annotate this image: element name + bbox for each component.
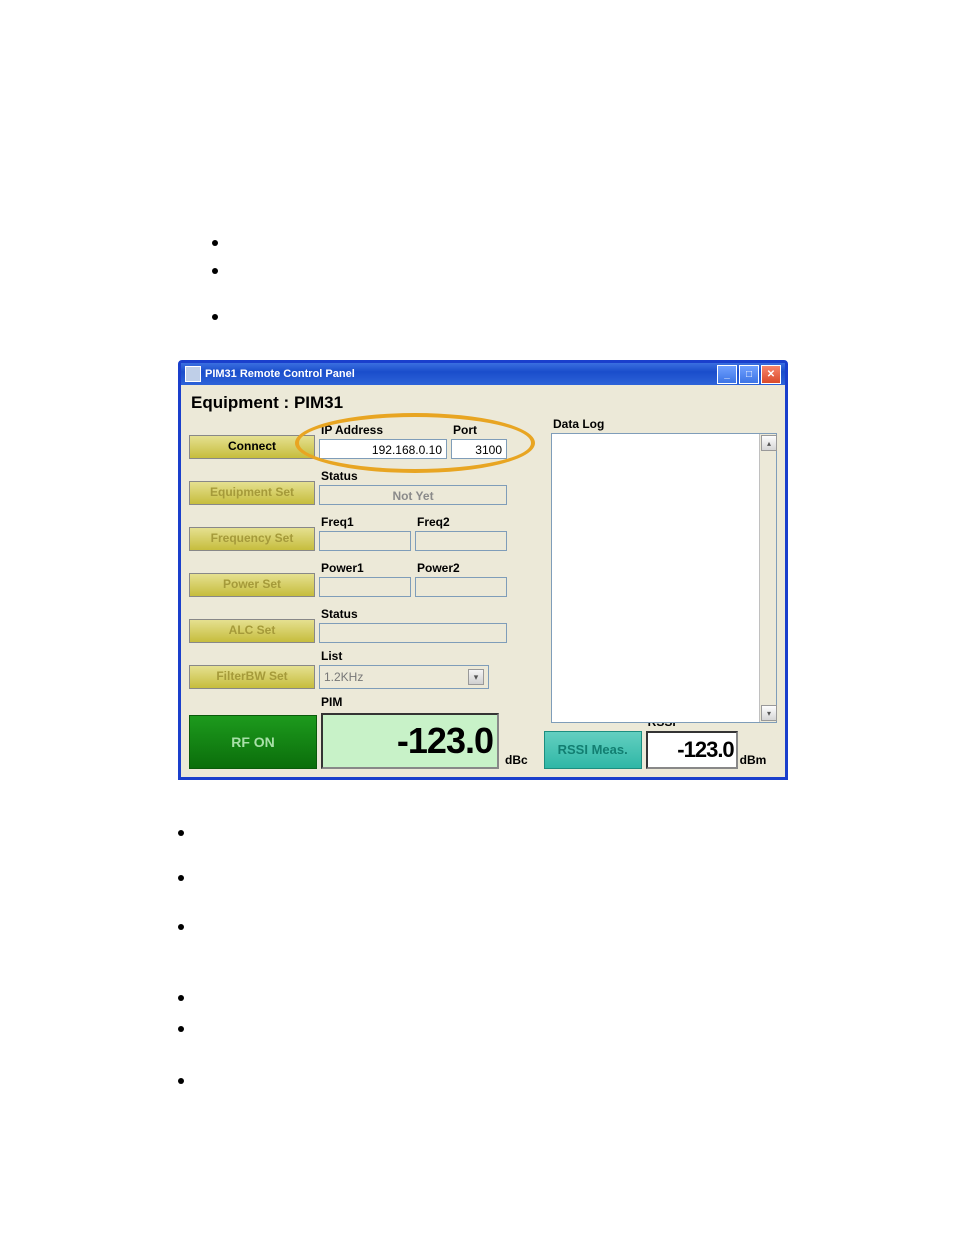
status-value: Not Yet <box>319 485 507 505</box>
chevron-down-icon: ▾ <box>468 669 484 685</box>
ip-address-label: IP Address <box>321 423 447 437</box>
titlebar[interactable]: PIM31 Remote Control Panel _ □ ✕ <box>181 363 785 385</box>
close-button[interactable]: ✕ <box>761 365 781 384</box>
list-label: List <box>321 649 489 663</box>
filterbw-select[interactable]: 1.2KHz ▾ <box>319 665 489 689</box>
equipment-set-button[interactable]: Equipment Set <box>189 481 315 505</box>
alc-status-label: Status <box>321 607 507 621</box>
app-icon <box>185 366 201 382</box>
power2-label: Power2 <box>417 561 507 575</box>
minimize-button[interactable]: _ <box>717 365 737 384</box>
rf-on-button[interactable]: RF ON <box>189 715 317 769</box>
pim-unit: dBc <box>505 753 528 767</box>
ip-address-input[interactable]: 192.168.0.10 <box>319 439 447 459</box>
scrollbar[interactable]: ▴ ▾ <box>759 434 776 722</box>
rssi-value: -123.0 <box>677 737 733 763</box>
freq2-input[interactable] <box>415 531 507 551</box>
status-label: Status <box>321 469 507 483</box>
freq1-input[interactable] <box>319 531 411 551</box>
filterbw-set-button[interactable]: FilterBW Set <box>189 665 315 689</box>
window-title: PIM31 Remote Control Panel <box>205 368 715 380</box>
freq2-label: Freq2 <box>417 515 507 529</box>
power1-label: Power1 <box>321 561 411 575</box>
power-set-button[interactable]: Power Set <box>189 573 315 597</box>
filterbw-select-value: 1.2KHz <box>324 670 363 684</box>
data-log-label: Data Log <box>553 417 775 431</box>
pim-value: -123.0 <box>397 720 493 762</box>
scroll-up-icon[interactable]: ▴ <box>761 435 777 451</box>
equipment-title: Equipment : PIM31 <box>191 393 777 413</box>
power1-input[interactable] <box>319 577 411 597</box>
freq1-label: Freq1 <box>321 515 411 529</box>
frequency-set-button[interactable]: Frequency Set <box>189 527 315 551</box>
port-label: Port <box>453 423 507 437</box>
data-log-box[interactable]: ▴ ▾ <box>551 433 777 723</box>
port-input[interactable]: 3100 <box>451 439 507 459</box>
rssi-display: -123.0 <box>646 731 738 769</box>
rssi-unit: dBm <box>740 753 767 767</box>
app-window: PIM31 Remote Control Panel _ □ ✕ Equipme… <box>178 360 788 780</box>
alc-status-value <box>319 623 507 643</box>
maximize-button[interactable]: □ <box>739 365 759 384</box>
scroll-down-icon[interactable]: ▾ <box>761 705 777 721</box>
power2-input[interactable] <box>415 577 507 597</box>
connect-button[interactable]: Connect <box>189 435 315 459</box>
rssi-meas-button[interactable]: RSSI Meas. <box>544 731 642 769</box>
pim-display: -123.0 <box>321 713 499 769</box>
alc-set-button[interactable]: ALC Set <box>189 619 315 643</box>
